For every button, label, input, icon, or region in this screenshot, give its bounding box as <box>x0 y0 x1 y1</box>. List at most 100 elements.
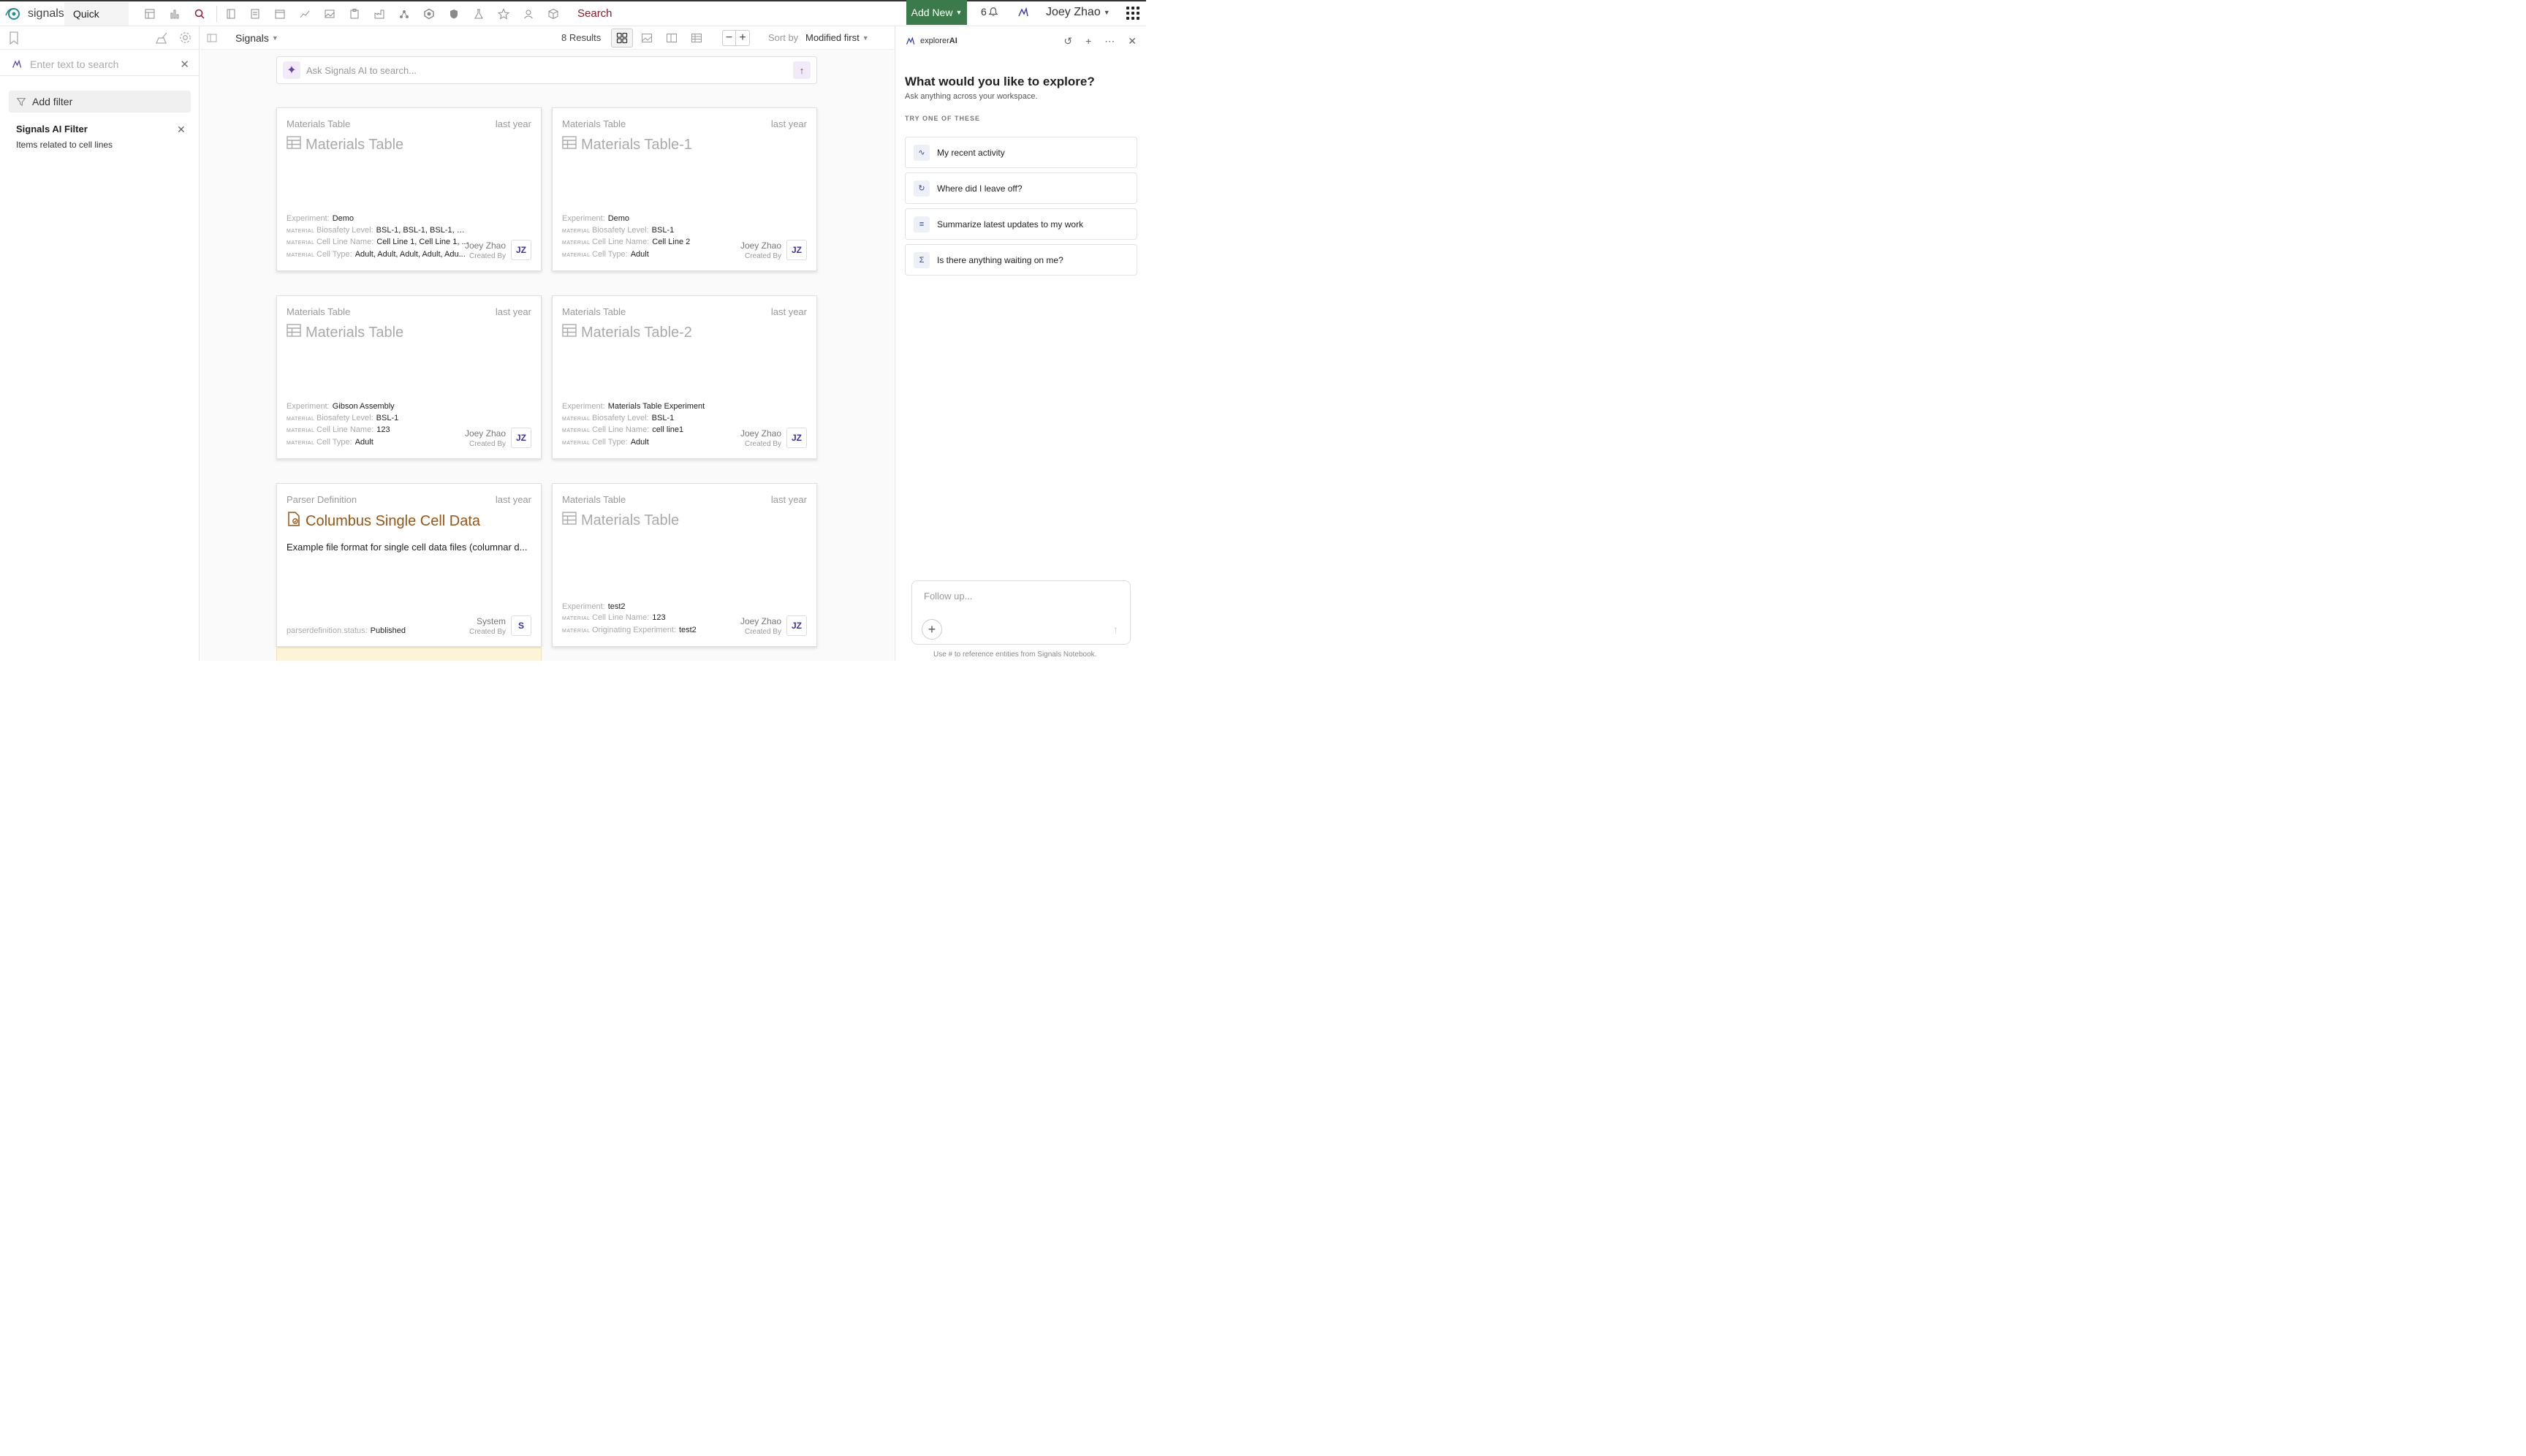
image-view-icon[interactable] <box>636 29 658 48</box>
suggestion-item[interactable]: ↻ Where did I leave off? <box>905 172 1137 204</box>
network-icon[interactable] <box>396 6 412 22</box>
quick-find-button[interactable]: Quick Find <box>64 1 129 43</box>
bar-chart-icon[interactable] <box>167 6 183 22</box>
document-icon[interactable] <box>247 6 263 22</box>
user-menu[interactable]: Joey Zhao ▼ <box>1046 6 1110 19</box>
bookmark-icon[interactable] <box>9 31 19 45</box>
zoom-in-icon[interactable]: + <box>736 31 749 45</box>
split-view-icon[interactable] <box>661 29 683 48</box>
cube-icon[interactable] <box>545 6 561 22</box>
attach-plus-icon[interactable]: + <box>922 619 942 640</box>
table-view-icon[interactable] <box>686 29 708 48</box>
factory-icon[interactable] <box>371 6 387 22</box>
card-type: Materials Table <box>562 494 626 505</box>
flask-icon[interactable] <box>471 6 487 22</box>
notebook-icon[interactable] <box>216 5 238 22</box>
card-field: MATERIAL Cell Type: Adult <box>287 437 469 450</box>
card-fields: Experiment: Demo MATERIAL Biosafety Level: B… <box>287 213 469 261</box>
card-field: MATERIAL Biosafety Level: BSL-1 <box>287 413 469 425</box>
star-icon[interactable] <box>496 6 512 22</box>
avatar[interactable]: S <box>511 615 531 636</box>
card-view-icon[interactable] <box>611 29 633 48</box>
ai-submit-arrow-icon[interactable]: ↑ <box>793 61 811 79</box>
card-title[interactable]: Materials Table <box>287 324 403 341</box>
clear-broom-icon[interactable] <box>156 31 169 45</box>
apps-grid-icon[interactable] <box>1126 7 1139 20</box>
field-value: Adult <box>354 437 373 447</box>
explorer-ai-toggle[interactable] <box>1017 6 1030 23</box>
card-title[interactable]: Columbus Single Cell Data <box>287 512 480 531</box>
result-card[interactable]: Materials Table last year Materials Table E… <box>276 295 542 459</box>
card-title[interactable]: Materials Table-1 <box>562 136 692 153</box>
explorer-ai-prefix: explorer <box>920 37 949 45</box>
card-title[interactable]: Materials Table-2 <box>562 324 692 341</box>
partial-card-peek <box>276 648 542 661</box>
avatar[interactable]: JZ <box>786 240 807 260</box>
result-card[interactable]: Materials Table last year Materials Table E… <box>552 483 817 647</box>
field-label: Cell Line Name: <box>316 425 374 434</box>
ai-search-bar[interactable]: ✦ Ask Signals AI to search... ↑ <box>276 56 817 84</box>
field-label: parserdefinition.status: <box>287 626 368 635</box>
card-title[interactable]: Materials Table <box>287 136 403 153</box>
avatar[interactable]: JZ <box>786 428 807 448</box>
result-card[interactable]: Parser Definition last year Columbus Singl… <box>276 483 542 647</box>
calendar-icon[interactable] <box>272 6 288 22</box>
result-card[interactable]: Materials Table last year Materials Table-… <box>552 295 817 459</box>
history-icon[interactable]: ↺ <box>1063 35 1072 48</box>
search-icon[interactable] <box>191 6 208 22</box>
users-icon[interactable] <box>520 6 536 22</box>
add-new-button[interactable]: Add New ▼ <box>906 0 967 25</box>
line-chart-icon[interactable] <box>297 6 313 22</box>
field-prefix: MATERIAL <box>562 440 591 446</box>
collapse-panel-icon[interactable] <box>206 32 218 44</box>
search-tab[interactable]: Search <box>577 7 612 20</box>
field-value: Demo <box>607 214 630 223</box>
creator-name: Joey Zhao <box>464 428 506 439</box>
card-title-text: Materials Table <box>306 136 404 153</box>
card-title[interactable]: Materials Table <box>562 512 679 529</box>
add-filter-button[interactable]: Add filter <box>9 91 191 113</box>
result-card[interactable]: Materials Table last year Materials Table E… <box>276 107 542 271</box>
dashboard-icon[interactable] <box>142 6 158 22</box>
creator-name: System <box>476 616 506 626</box>
caret-down-icon: ▼ <box>862 34 869 42</box>
clear-search-icon[interactable]: ✕ <box>180 58 189 71</box>
created-by-label: Created By <box>469 252 506 260</box>
settings-gear-icon[interactable] <box>178 31 192 45</box>
hexagon-icon[interactable] <box>421 6 437 22</box>
send-arrow-icon[interactable]: ↑ <box>1113 623 1118 635</box>
more-options-icon[interactable]: ⋯ <box>1104 35 1115 48</box>
field-value: Materials Table Experiment <box>607 402 705 411</box>
shield-icon[interactable] <box>446 6 462 22</box>
reference-hint: Use # to reference entities from Signals… <box>933 651 1097 659</box>
field-prefix: MATERIAL <box>562 628 591 634</box>
card-field: Experiment: Gibson Assembly <box>287 401 469 413</box>
avatar[interactable]: JZ <box>511 428 531 448</box>
notifications-button[interactable]: 6 <box>981 6 998 18</box>
result-card[interactable]: Materials Table last year Materials Table-… <box>552 107 817 271</box>
image-icon[interactable] <box>322 6 338 22</box>
remove-ai-filter-icon[interactable]: ✕ <box>177 124 186 136</box>
filter-search-field[interactable]: Enter text to search ✕ <box>0 53 200 76</box>
suggestion-item[interactable]: Σ Is there anything waiting on me? <box>905 244 1137 276</box>
suggestion-label: Where did I leave off? <box>937 183 1023 194</box>
close-panel-icon[interactable]: ✕ <box>1128 35 1137 48</box>
card-field: MATERIAL Cell Line Name: 123 <box>562 613 745 625</box>
scope-dropdown[interactable]: Signals ▼ <box>235 32 278 44</box>
caret-down-icon: ▼ <box>271 34 278 42</box>
suggestion-item[interactable]: ≡ Summarize latest updates to my work <box>905 208 1137 240</box>
new-chat-plus-icon[interactable]: + <box>1085 35 1091 48</box>
add-filter-label: Add filter <box>32 96 73 107</box>
suggestion-item[interactable]: ∿ My recent activity <box>905 137 1137 168</box>
field-value: Adult, Adult, Adult, Adult, Adu... <box>354 249 466 259</box>
clipboard-icon[interactable] <box>346 6 363 22</box>
avatar[interactable]: JZ <box>786 615 807 636</box>
app-logo[interactable]: signals <box>0 7 64 21</box>
follow-up-box[interactable]: Follow up... + ↑ <box>911 580 1131 645</box>
avatar[interactable]: JZ <box>511 240 531 260</box>
card-field: MATERIAL Originating Experiment: test2 <box>562 625 745 637</box>
zoom-out-icon[interactable]: − <box>723 31 736 45</box>
filter-funnel-icon <box>16 98 26 107</box>
field-value: 123 <box>376 425 390 434</box>
sort-dropdown[interactable]: Modified first ▼ <box>805 32 869 43</box>
